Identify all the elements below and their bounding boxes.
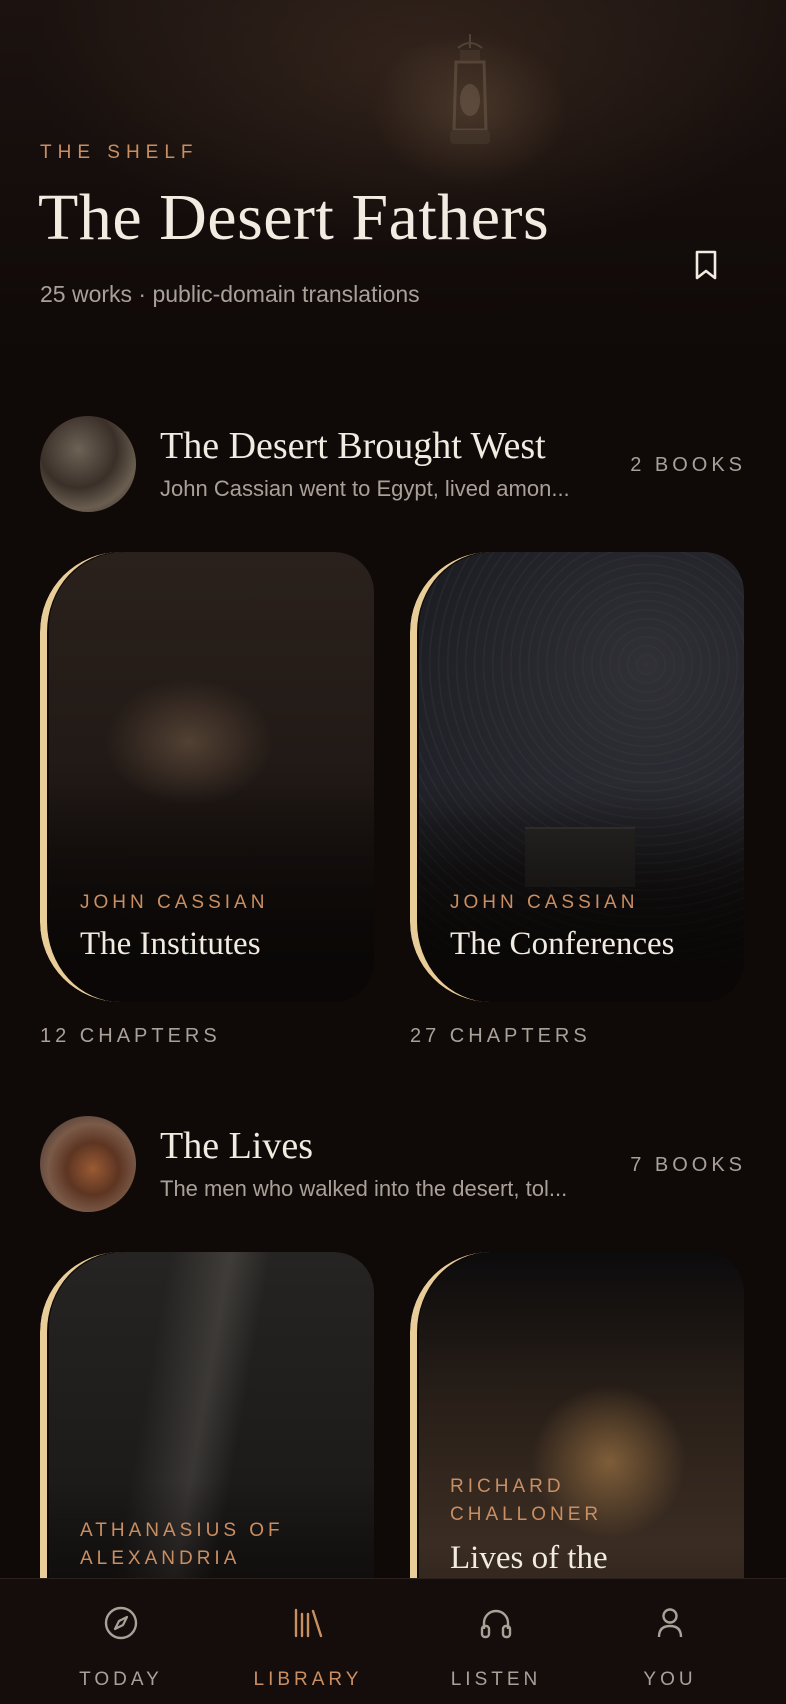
user-icon (657, 1608, 683, 1638)
book-author: ATHANASIUS OF ALEXANDRIA (80, 1520, 284, 1569)
nav-item-listen[interactable]: LISTEN (406, 1579, 586, 1704)
nav-item-you[interactable]: YOU (580, 1579, 760, 1704)
library-screen: THE SHELF The Desert Fathers 25 works · … (0, 0, 786, 1704)
section-description: The men who walked into the desert, tol.… (160, 1176, 568, 1201)
section-avatar (40, 416, 136, 512)
nav-label: YOU (643, 1669, 697, 1690)
book-author: JOHN CASSIAN (80, 892, 269, 913)
page-title: The Desert Fathers (38, 181, 550, 254)
section-book-count: 2 BOOKS (630, 454, 746, 476)
shelf-eyebrow: THE SHELF (40, 142, 199, 163)
compass-icon (104, 1606, 138, 1640)
book-chapter-count: 27 CHAPTERS (410, 1025, 591, 1047)
book-author: JOHN CASSIAN (450, 892, 639, 913)
lantern-image (450, 34, 490, 144)
nav-item-today[interactable]: TODAY (31, 1579, 211, 1704)
nav-item-library[interactable]: LIBRARY (218, 1579, 398, 1704)
section-header-the-lives[interactable]: The Lives The men who walked into the de… (40, 1116, 746, 1212)
book-title: Lives of the (450, 1540, 608, 1576)
book-chapter-count: 12 CHAPTERS (40, 1025, 221, 1047)
library-icon (294, 1608, 323, 1638)
page-subtitle: 25 works · public-domain translations (40, 281, 420, 307)
nav-label: LIBRARY (253, 1669, 363, 1690)
section-avatar (40, 1116, 136, 1212)
section-title: The Lives (160, 1125, 314, 1167)
section-header-desert-brought-west[interactable]: The Desert Brought West John Cassian wen… (40, 416, 746, 512)
book-author: RICHARD CHALLONER (450, 1476, 603, 1525)
nav-label: TODAY (79, 1669, 163, 1690)
hero-header: THE SHELF The Desert Fathers 25 works · … (0, 0, 786, 360)
section-title: The Desert Brought West (160, 425, 546, 467)
nav-label: LISTEN (450, 1669, 542, 1690)
bookmark-icon[interactable] (693, 249, 719, 281)
book-card-conferences[interactable]: JOHN CASSIAN The Conferences (410, 552, 744, 1002)
book-card-institutes[interactable]: JOHN CASSIAN The Institutes (40, 552, 374, 1002)
section-book-count: 7 BOOKS (630, 1154, 746, 1176)
bottom-navigation: TODAY LIBRARY LISTEN YOU (0, 1578, 786, 1704)
book-title: The Institutes (80, 926, 261, 962)
headphones-icon (480, 1609, 512, 1639)
book-title: The Conferences (450, 926, 675, 962)
section-description: John Cassian went to Egypt, lived amon..… (160, 476, 570, 501)
